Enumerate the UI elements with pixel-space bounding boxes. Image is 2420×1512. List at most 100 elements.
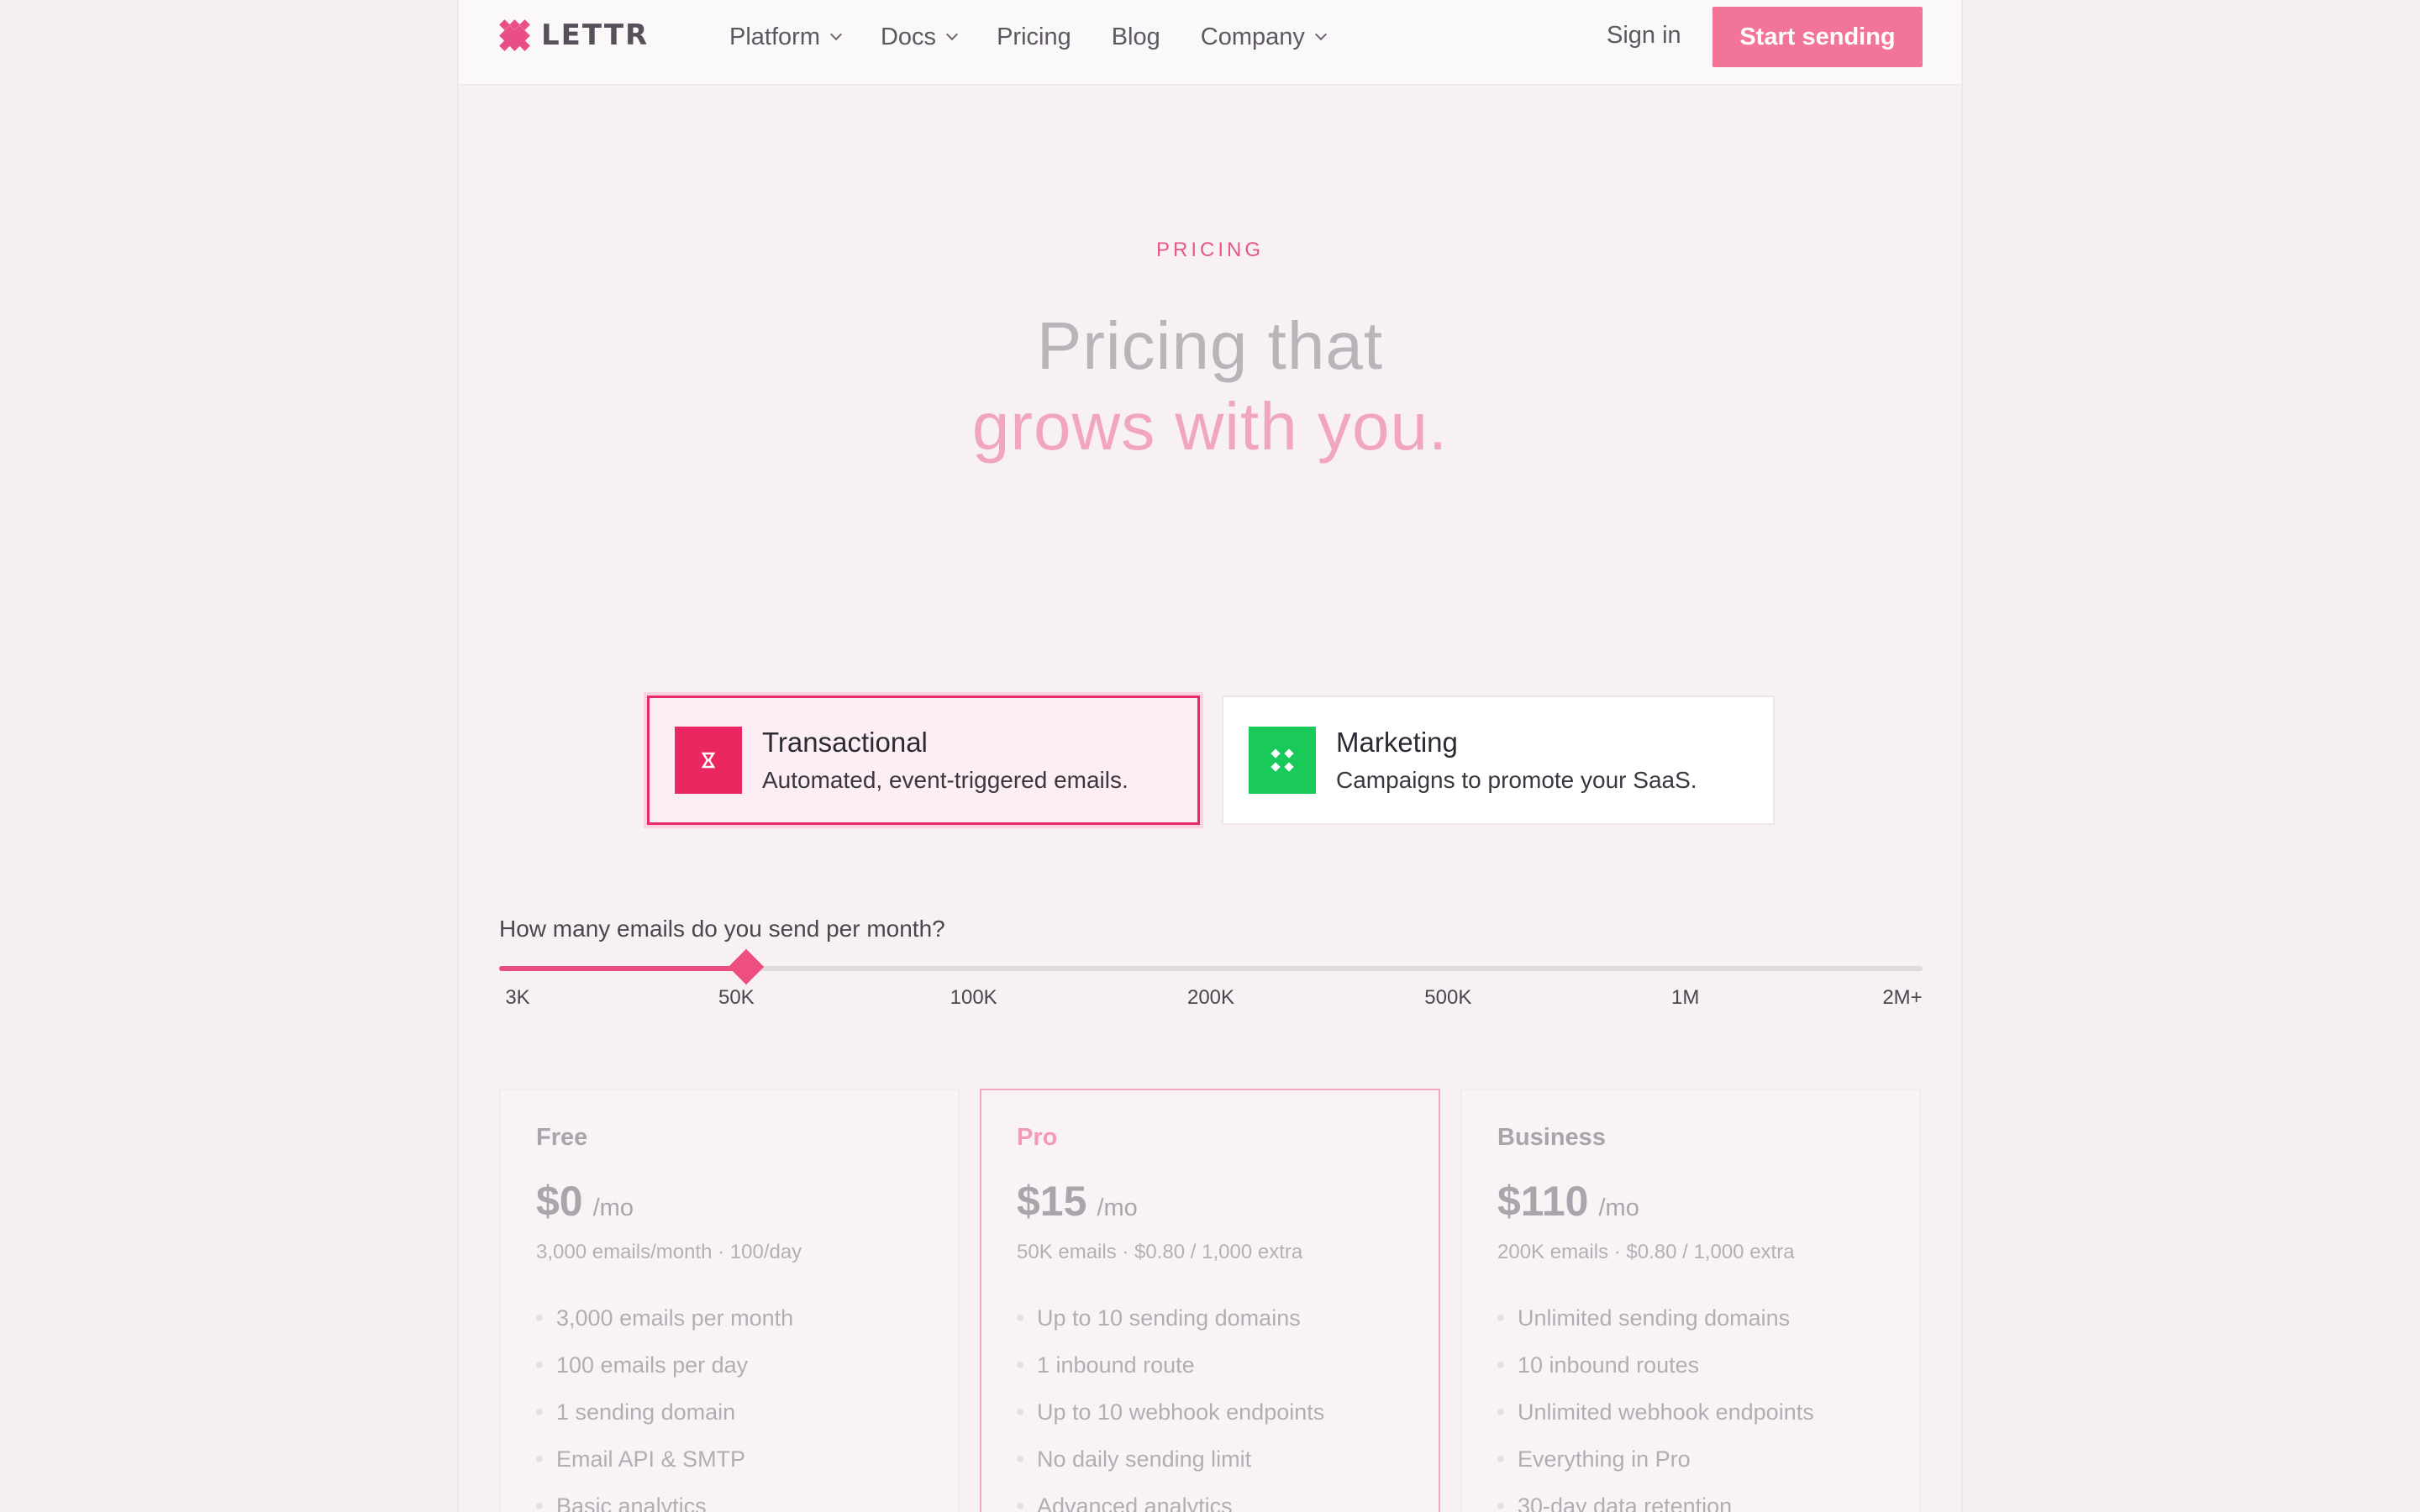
hero-title-line1: Pricing that [1036,308,1384,383]
hero-title-line2: grows with you. [971,389,1449,464]
feature-text: 1 sending domain [556,1399,736,1425]
slider-tick-label: 100K [950,986,997,1009]
nav-blog[interactable]: Blog [1112,24,1160,51]
feature-item: No daily sending limit [1017,1436,1405,1483]
nav-pricing[interactable]: Pricing [997,24,1071,51]
bullet-icon [1497,1362,1504,1368]
feature-item: 1 sending domain [536,1389,924,1436]
nav-company-label: Company [1200,23,1305,50]
plan-allowance: 3,000 emails/month · 100/day [536,1241,802,1263]
plan-card-business: Business $110 /mo 200K emails · $0.80 / … [1460,1089,1921,1512]
nav-links: Platform Docs Pricing Blog Company [729,18,1365,55]
feature-text: 10 inbound routes [1518,1352,1700,1378]
feature-text: 100 emails per day [556,1352,749,1378]
plan-period: /mo [1097,1194,1138,1221]
feature-text: Up to 10 sending domains [1037,1305,1301,1331]
volume-slider[interactable] [499,948,1923,985]
feature-text: 1 inbound route [1037,1352,1195,1378]
bullet-icon [536,1315,543,1321]
slider-thumb[interactable] [728,948,765,985]
plan-name: Business [1497,1124,1606,1151]
slider-tick-label: 500K [1424,986,1472,1009]
transactional-icon [675,727,742,794]
marketing-icon [1249,727,1316,794]
plan-period: /mo [1598,1194,1639,1221]
slider-tick-label: 3K [505,986,530,1009]
plan-allowance: 200K emails · $0.80 / 1,000 extra [1497,1241,1795,1263]
nav-docs[interactable]: Docs [880,23,959,51]
bullet-icon [536,1409,543,1415]
feature-item: Advanced analytics [1017,1483,1405,1512]
feature-item: Basic analytics [536,1483,924,1512]
feature-item: Unlimited sending domains [1497,1294,1886,1341]
bullet-icon [1017,1362,1023,1368]
feature-text: Unlimited sending domains [1518,1305,1791,1331]
plan-name: Free [536,1124,588,1151]
nav-company[interactable]: Company [1200,23,1327,51]
nav-platform[interactable]: Platform [729,24,843,51]
feature-item: 1 inbound route [1017,1341,1405,1389]
plan-card-free: Free $0 /mo 3,000 emails/month · 100/day… [499,1089,960,1512]
feature-text: 3,000 emails per month [556,1305,794,1331]
feature-text: Email API & SMTP [556,1446,746,1472]
top-nav: LETTR Platform Docs Pricing Blog Company… [459,0,1961,86]
plan-price: $110 [1497,1178,1589,1225]
feature-item: 100 emails per day [536,1341,924,1389]
sign-in-link[interactable]: Sign in [1607,22,1681,50]
feature-text: Basic analytics [556,1493,707,1512]
chevron-down-icon [829,28,843,41]
pricing-page: LETTR Platform Docs Pricing Blog Company… [457,0,1963,1512]
slider-tick-label: 1M [1670,986,1700,1009]
section-eyebrow: PRICING [1155,239,1264,261]
slider-ticks: 3K 50K 100K 200K 500K 1M 2M+ [499,986,1923,1013]
feature-list: Unlimited sending domains 10 inbound rou… [1497,1294,1886,1512]
bullet-icon [1017,1315,1023,1321]
feature-text: 30-day data retention [1518,1493,1733,1512]
volume-question: How many emails do you send per month? [499,916,945,942]
product-option-marketing[interactable]: Marketing Campaigns to promote your SaaS… [1222,696,1775,825]
bullet-icon [1017,1503,1023,1509]
plan-allowance: 50K emails · $0.80 / 1,000 extra [1017,1241,1303,1263]
bullet-icon [536,1456,543,1462]
bullet-icon [1497,1503,1504,1509]
bullet-icon [1017,1409,1023,1415]
chevron-down-icon [945,28,959,41]
bullet-icon [1497,1315,1504,1321]
product-subtitle: Automated, event-triggered emails. [762,767,1128,793]
nav-blog-label: Blog [1111,23,1160,50]
bullet-icon [1497,1409,1504,1415]
chevron-down-icon [1314,28,1327,41]
plan-price: $0 [536,1178,583,1225]
bullet-icon [1017,1456,1023,1462]
feature-list: Up to 10 sending domains 1 inbound route… [1017,1294,1405,1512]
feature-text: Unlimited webhook endpoints [1518,1399,1814,1425]
bullet-icon [536,1362,543,1368]
product-title: Transactional [762,727,928,758]
start-sending-button[interactable]: Start sending [1712,7,1923,67]
product-option-transactional[interactable]: Transactional Automated, event-triggered… [647,696,1200,825]
bullet-icon [1497,1456,1504,1462]
plan-price: $15 [1017,1178,1087,1225]
feature-item: 30-day data retention [1497,1483,1886,1512]
feature-item: Email API & SMTP [536,1436,924,1483]
plan-name: Pro [1017,1124,1058,1151]
lettr-logo-icon [499,19,531,51]
feature-item: 3,000 emails per month [536,1294,924,1341]
feature-text: No daily sending limit [1037,1446,1252,1472]
feature-text: Advanced analytics [1037,1493,1233,1512]
logo[interactable]: LETTR [499,18,649,52]
plan-period: /mo [592,1194,634,1221]
bullet-icon [536,1503,543,1509]
slider-tick-label: 2M+ [1882,986,1923,1009]
feature-item: Everything in Pro [1497,1436,1886,1483]
plan-card-pro: Pro $15 /mo 50K emails · $0.80 / 1,000 e… [980,1089,1440,1512]
feature-list: 3,000 emails per month 100 emails per da… [536,1294,924,1512]
slider-tick-label: 200K [1186,986,1235,1009]
product-title: Marketing [1336,727,1458,758]
logo-wordmark: LETTR [541,18,650,52]
feature-item: Up to 10 sending domains [1017,1294,1405,1341]
product-subtitle: Campaigns to promote your SaaS. [1336,767,1697,793]
slider-fill [499,966,746,971]
nav-docs-label: Docs [880,23,937,50]
feature-item: Unlimited webhook endpoints [1497,1389,1886,1436]
